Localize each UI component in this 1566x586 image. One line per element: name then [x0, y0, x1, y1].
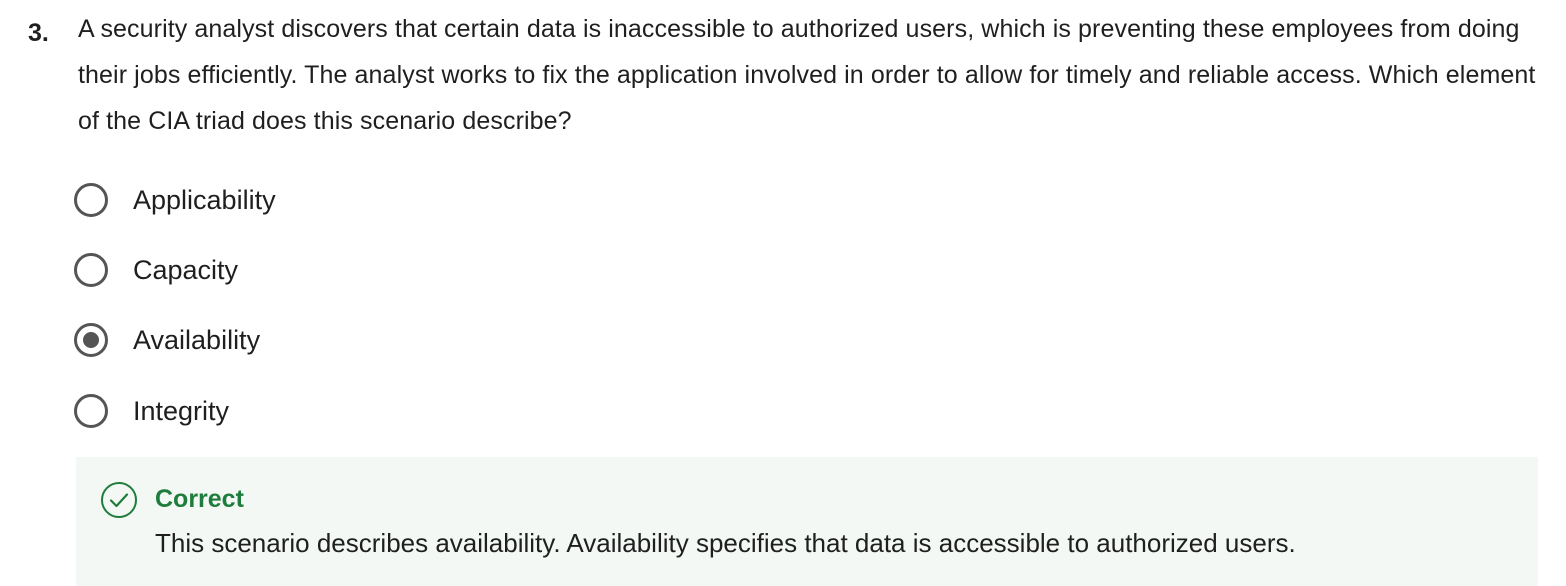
option-applicability[interactable]: Applicability: [74, 178, 276, 222]
option-label: Applicability: [133, 184, 276, 215]
feedback-title: Correct: [155, 485, 244, 513]
question-text: A security analyst discovers that certai…: [78, 15, 1536, 135]
option-label: Capacity: [133, 254, 239, 285]
option-label: Availability: [133, 324, 261, 355]
radio-button[interactable]: [74, 253, 108, 287]
question-number: 3.: [28, 19, 49, 47]
radio-button-selected[interactable]: [74, 323, 108, 357]
option-availability[interactable]: Availability: [74, 318, 260, 362]
option-capacity[interactable]: Capacity: [74, 248, 238, 292]
radio-button[interactable]: [74, 394, 108, 428]
check-circle-icon: [101, 482, 137, 518]
feedback-panel: Correct This scenario describes availabi…: [76, 457, 1538, 586]
feedback-text: This scenario describes availability. Av…: [155, 528, 1296, 558]
radio-button[interactable]: [74, 183, 108, 217]
option-label: Integrity: [133, 395, 230, 426]
option-integrity[interactable]: Integrity: [74, 389, 229, 433]
